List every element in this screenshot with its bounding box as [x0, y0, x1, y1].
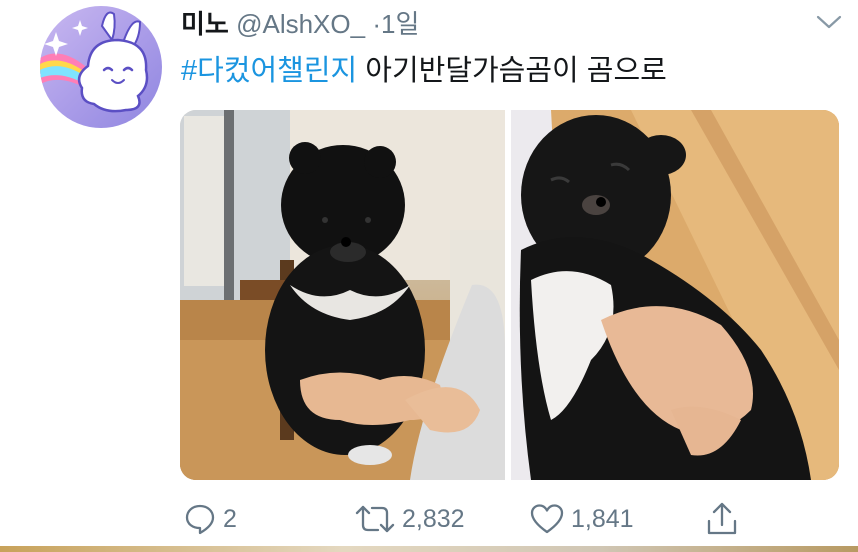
- reply-count: 2: [223, 504, 237, 533]
- tweet-body: 아기반달가슴곰이 곰으로: [357, 55, 667, 87]
- retweet-count: 2,832: [402, 504, 465, 533]
- avatar[interactable]: [40, 6, 162, 128]
- chevron-down-icon: [816, 15, 842, 29]
- next-tweet-edge: [0, 546, 858, 552]
- retweet-button[interactable]: 2,832: [354, 497, 465, 541]
- author-name[interactable]: 미노: [181, 9, 229, 39]
- like-count: 1,841: [571, 504, 634, 533]
- puppy-photo-1: [180, 110, 505, 480]
- share-button[interactable]: [705, 497, 739, 541]
- media-photo-right[interactable]: [511, 110, 839, 480]
- hashtag-link[interactable]: #다컸어챌린지: [181, 55, 357, 87]
- tweet-timestamp[interactable]: 1일: [381, 9, 419, 39]
- header-separator: ·: [372, 9, 381, 39]
- retweet-icon: [355, 505, 395, 533]
- puppy-photo-2: [511, 110, 839, 480]
- tweet-text: #다컸어챌린지 아기반달가슴곰이 곰으로: [181, 47, 667, 89]
- like-icon: [530, 504, 564, 534]
- like-button[interactable]: 1,841: [529, 497, 634, 541]
- reply-icon: [185, 504, 215, 535]
- tweet-menu-button[interactable]: [815, 12, 843, 32]
- media-grid: [180, 110, 839, 480]
- avatar-image: [40, 11, 149, 113]
- author-handle[interactable]: @AlshXO_: [236, 9, 365, 39]
- tweet-actions: 2 2,832 1,841: [0, 497, 858, 541]
- reply-button[interactable]: 2: [183, 497, 237, 541]
- media-photo-left[interactable]: [180, 110, 505, 480]
- tweet-header: 미노 @AlshXO_ ·1일: [181, 4, 419, 41]
- share-icon: [707, 502, 737, 535]
